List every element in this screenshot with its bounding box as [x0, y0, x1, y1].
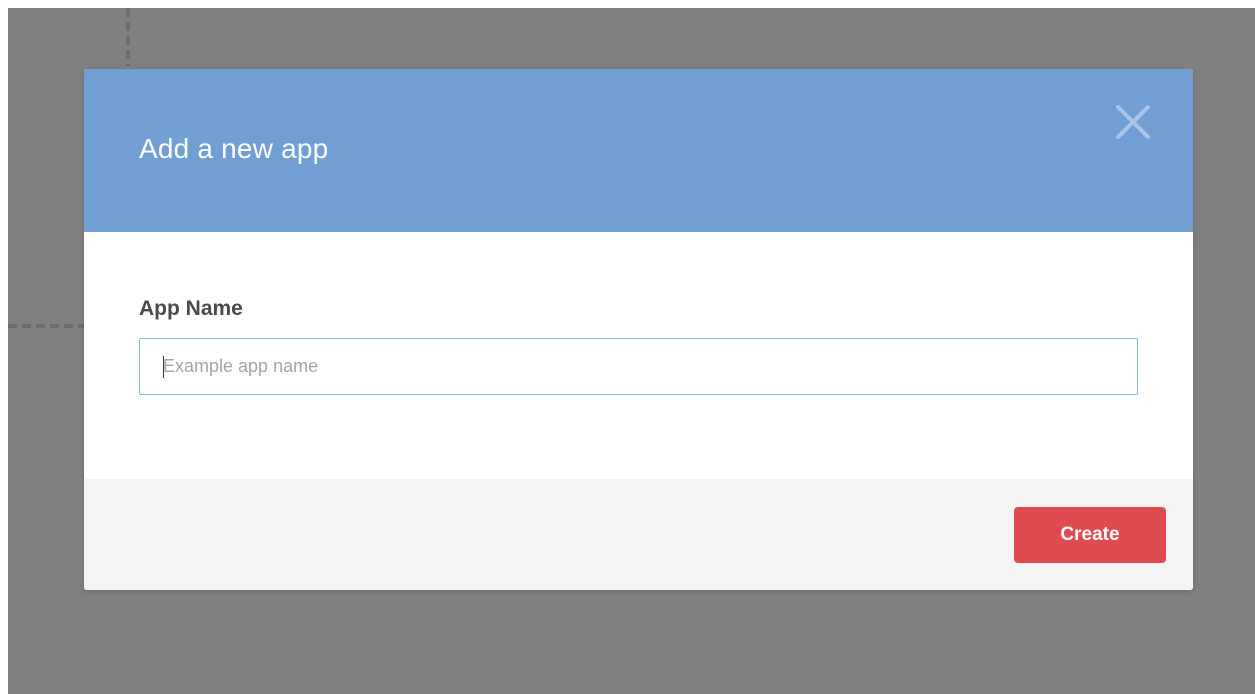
horizontal-dashed-guide	[8, 324, 84, 328]
dialog-header: Add a new app	[84, 69, 1193, 232]
close-icon	[1116, 105, 1150, 139]
dialog-title: Add a new app	[139, 133, 329, 164]
app-name-label: App Name	[139, 297, 243, 320]
app-name-input[interactable]	[139, 338, 1138, 395]
create-button[interactable]: Create	[1014, 507, 1166, 563]
add-app-dialog: Add a new app App Name Create	[84, 69, 1193, 590]
text-caret	[163, 356, 164, 378]
vertical-dashed-guide	[126, 8, 130, 66]
close-button[interactable]	[1114, 103, 1152, 141]
